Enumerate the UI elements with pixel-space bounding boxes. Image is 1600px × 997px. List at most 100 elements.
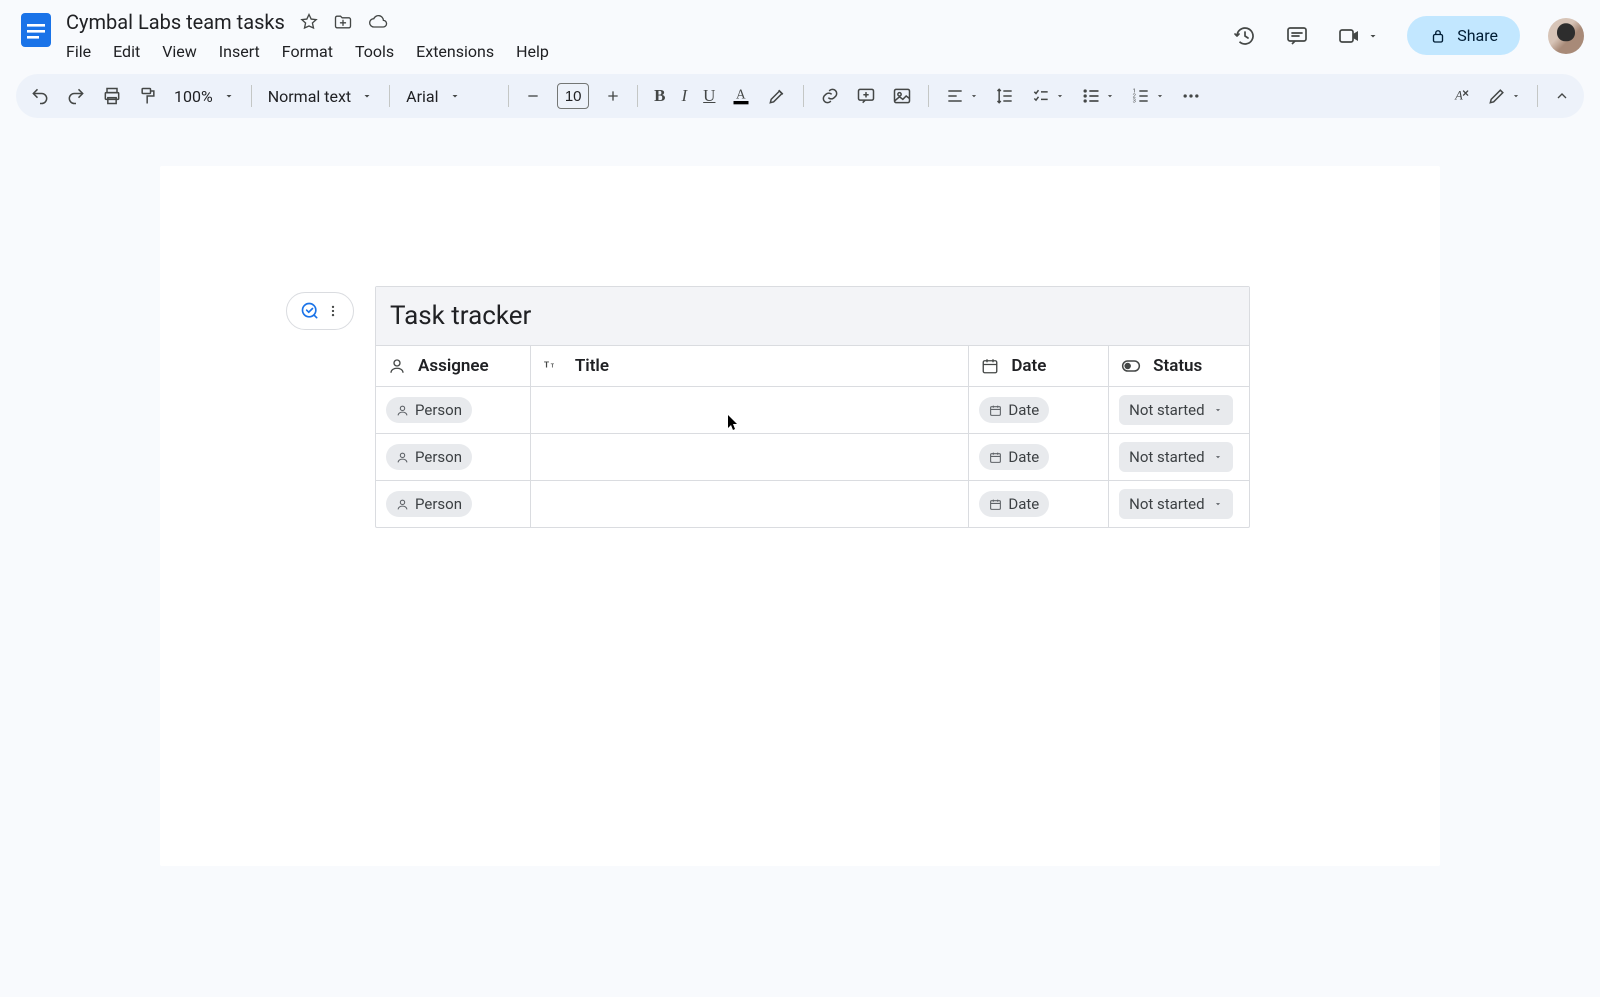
col-header-assignee-label: Assignee: [418, 356, 489, 376]
status-chip-label: Not started: [1129, 495, 1204, 513]
col-header-title[interactable]: TT Title: [531, 346, 969, 387]
title-icon: TT: [543, 357, 563, 375]
title-cell[interactable]: [531, 434, 969, 481]
insert-link-button[interactable]: [820, 86, 840, 106]
document-page[interactable]: Task tracker Assignee TT Title: [160, 166, 1440, 866]
status-chip[interactable]: Not started: [1119, 442, 1232, 472]
assignee-chip-label: Person: [415, 401, 462, 419]
print-button[interactable]: [102, 86, 122, 106]
date-chip[interactable]: Date: [979, 491, 1049, 517]
menu-format[interactable]: Format: [282, 42, 333, 61]
svg-text:A: A: [736, 87, 746, 102]
highlight-button[interactable]: [767, 86, 787, 106]
menubar: File Edit View Insert Format Tools Exten…: [66, 42, 1233, 61]
collapse-toolbar-button[interactable]: [1554, 88, 1570, 104]
table-row[interactable]: Person Date Not started: [376, 481, 1249, 527]
title-cell[interactable]: [531, 481, 969, 527]
zoom-value: 100%: [174, 87, 213, 106]
date-chip[interactable]: Date: [979, 397, 1049, 423]
numbered-list-dropdown[interactable]: 123: [1131, 86, 1165, 106]
menu-extensions[interactable]: Extensions: [416, 42, 494, 61]
person-icon: [396, 451, 409, 464]
person-icon: [388, 357, 406, 375]
text-color-button[interactable]: A: [731, 85, 751, 107]
share-label: Share: [1457, 26, 1498, 45]
font-size-increase-button[interactable]: [605, 88, 621, 104]
move-icon[interactable]: [333, 12, 353, 32]
task-tracker-table[interactable]: Task tracker Assignee TT Title: [375, 286, 1250, 528]
assignee-chip-label: Person: [415, 448, 462, 466]
meet-button[interactable]: [1337, 24, 1379, 48]
doc-title[interactable]: Cymbal Labs team tasks: [66, 10, 285, 34]
menu-help[interactable]: Help: [516, 42, 549, 61]
bold-button[interactable]: B: [654, 86, 665, 106]
checklist-dropdown[interactable]: [1031, 86, 1065, 106]
comments-icon[interactable]: [1285, 24, 1309, 48]
caret-down-icon: [1213, 499, 1223, 509]
bulleted-list-dropdown[interactable]: [1081, 86, 1115, 106]
assignee-chip[interactable]: Person: [386, 444, 472, 470]
font-size-decrease-button[interactable]: [525, 88, 541, 104]
font-size-input[interactable]: [557, 83, 589, 109]
building-block-chip[interactable]: [286, 292, 354, 330]
status-chip-label: Not started: [1129, 401, 1204, 419]
insert-comment-button[interactable]: [856, 86, 876, 106]
menu-view[interactable]: View: [162, 42, 197, 61]
menu-edit[interactable]: Edit: [113, 42, 140, 61]
col-header-assignee[interactable]: Assignee: [376, 346, 531, 387]
assignee-chip[interactable]: Person: [386, 491, 472, 517]
calendar-icon: [981, 357, 999, 375]
svg-text:T: T: [551, 364, 555, 370]
redo-button[interactable]: [66, 86, 86, 106]
font-select[interactable]: Arial: [406, 87, 492, 106]
zoom-select[interactable]: 100%: [174, 87, 235, 106]
caret-down-icon: [1213, 405, 1223, 415]
history-icon[interactable]: [1233, 24, 1257, 48]
status-chip[interactable]: Not started: [1119, 395, 1232, 425]
share-button[interactable]: Share: [1407, 16, 1520, 55]
svg-text:A: A: [1454, 88, 1463, 102]
person-icon: [396, 404, 409, 417]
col-header-status[interactable]: Status: [1109, 346, 1249, 387]
date-chip-label: Date: [1008, 401, 1039, 419]
menu-tools[interactable]: Tools: [355, 42, 394, 61]
calendar-icon: [989, 451, 1002, 464]
font-value: Arial: [406, 87, 438, 106]
paragraph-style-select[interactable]: Normal text: [268, 87, 373, 106]
table-row[interactable]: Person Date Not started: [376, 387, 1249, 434]
status-chip[interactable]: Not started: [1119, 489, 1232, 519]
menu-file[interactable]: File: [66, 42, 91, 61]
align-dropdown[interactable]: [945, 86, 979, 106]
assignee-chip-label: Person: [415, 495, 462, 513]
star-icon[interactable]: [299, 12, 319, 32]
paint-format-button[interactable]: [138, 86, 158, 106]
line-spacing-button[interactable]: [995, 86, 1015, 106]
docs-app-icon[interactable]: [16, 10, 56, 50]
calendar-icon: [989, 498, 1002, 511]
toolbar: 100% Normal text Arial B I U A: [16, 74, 1584, 118]
tracker-title[interactable]: Task tracker: [376, 287, 1249, 346]
undo-button[interactable]: [30, 86, 50, 106]
menu-insert[interactable]: Insert: [219, 42, 260, 61]
clear-formatting-button[interactable]: A: [1451, 86, 1471, 106]
cloud-status-icon[interactable]: [367, 12, 389, 32]
app-header: Cymbal Labs team tasks File Edit: [0, 0, 1600, 68]
editing-mode-dropdown[interactable]: [1487, 86, 1521, 106]
svg-text:3: 3: [1133, 99, 1136, 105]
underline-button[interactable]: U: [703, 86, 715, 106]
italic-button[interactable]: I: [682, 86, 688, 106]
insert-image-button[interactable]: [892, 86, 912, 106]
date-chip-label: Date: [1008, 448, 1039, 466]
more-button[interactable]: [1181, 86, 1201, 106]
person-icon: [396, 498, 409, 511]
paragraph-style-value: Normal text: [268, 87, 351, 106]
table-row[interactable]: Person Date Not started: [376, 434, 1249, 481]
col-header-date-label: Date: [1011, 356, 1046, 376]
avatar[interactable]: [1548, 18, 1584, 54]
date-chip-label: Date: [1008, 495, 1039, 513]
date-chip[interactable]: Date: [979, 444, 1049, 470]
col-header-date[interactable]: Date: [969, 346, 1109, 387]
title-cell[interactable]: [531, 387, 969, 434]
status-icon: [1121, 359, 1141, 373]
assignee-chip[interactable]: Person: [386, 397, 472, 423]
